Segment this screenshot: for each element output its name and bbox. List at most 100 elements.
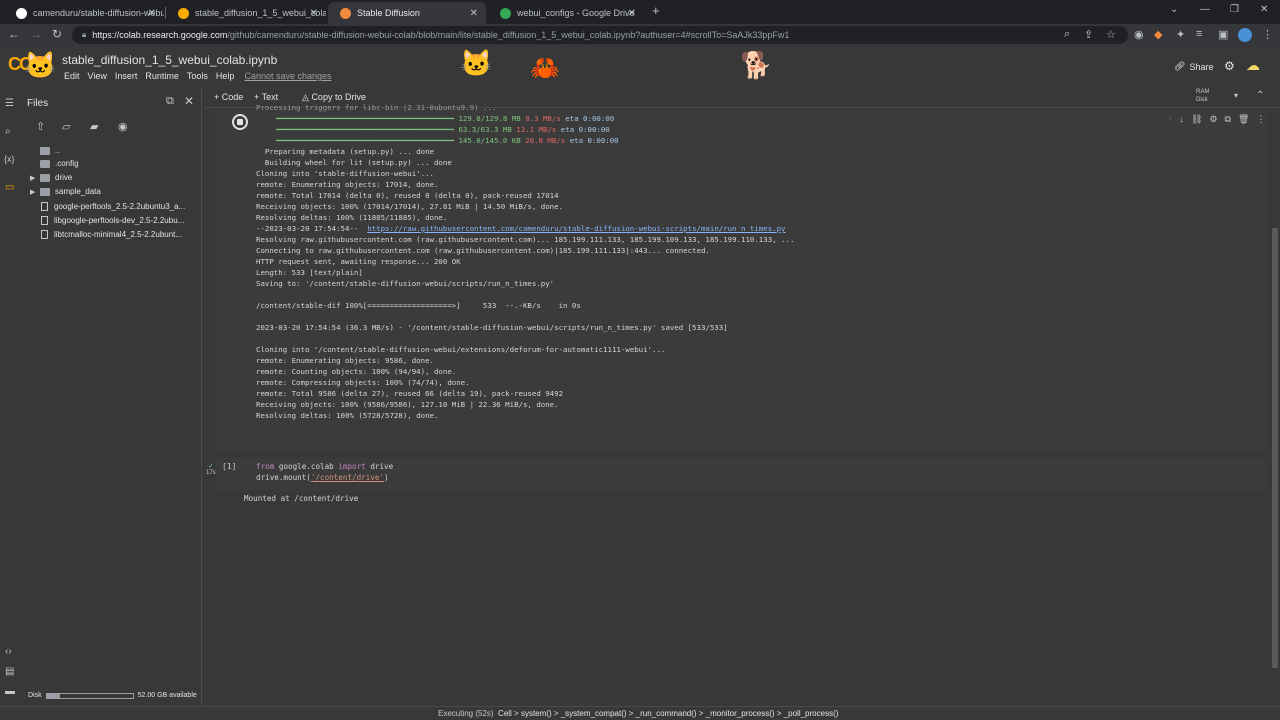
zoom-icon[interactable]: ⌕: [1064, 28, 1070, 41]
menu-help[interactable]: Help: [216, 71, 235, 81]
add-text-button[interactable]: + Text: [254, 92, 278, 102]
code-cell-running[interactable]: Processing triggers for libc-bin (2.31-0…: [216, 103, 1266, 450]
folder-icon[interactable]: ▭: [5, 182, 14, 193]
file-name: sample_data: [55, 187, 101, 196]
resource-dropdown-icon[interactable]: ▾: [1234, 91, 1238, 100]
maximize-icon[interactable]: ❐: [1230, 4, 1239, 15]
output-link[interactable]: https://raw.githubusercontent.com/camend…: [367, 224, 785, 233]
upload-file-icon[interactable]: ⇧: [36, 120, 45, 133]
link-cell-icon[interactable]: ⛓: [1191, 114, 1202, 125]
profile-avatar[interactable]: [1238, 28, 1252, 42]
file-tree-item[interactable]: libtcmalloc-minimal4_2.5-2.2ubunt...: [30, 228, 182, 241]
forward-icon[interactable]: →: [30, 27, 42, 41]
cannot-save-link[interactable]: Cannot save changes: [244, 71, 331, 81]
file-name: drive: [55, 173, 73, 182]
executing-status: Executing (52s): [438, 709, 494, 718]
cell-execution-count: [1]: [222, 462, 237, 471]
bookmark-star-icon[interactable]: ☆: [1106, 28, 1116, 41]
url-input[interactable]: 🔒︎ https://colab.research.google.com/git…: [72, 26, 1128, 44]
resource-monitor[interactable]: RAM Disk: [1196, 88, 1209, 104]
menu-runtime[interactable]: Runtime: [145, 71, 179, 81]
url-host: https://colab.research.google.com: [92, 30, 228, 40]
file-tree-item[interactable]: ▶ sample_data: [30, 185, 101, 198]
extension-icon[interactable]: ◉: [1134, 28, 1144, 41]
file-icon: [41, 202, 48, 211]
extensions-puzzle-icon[interactable]: ✦: [1176, 28, 1185, 41]
browser-tab-github[interactable]: camenduru/stable-diffusion-webu ✕: [4, 2, 164, 24]
delete-cell-icon[interactable]: 🗑︎: [1238, 114, 1249, 125]
settings-gear-icon[interactable]: ⚙: [1224, 59, 1235, 73]
code-line[interactable]: from google.colab import drive: [256, 461, 393, 472]
collapse-header-icon[interactable]: ⌃: [1256, 90, 1264, 101]
close-icon[interactable]: ✕: [470, 8, 478, 19]
notebook-scrollbar[interactable]: [1270, 108, 1280, 706]
stop-cell-button[interactable]: [232, 114, 248, 130]
file-tree-item[interactable]: ..: [30, 144, 59, 157]
cell-output-text: Mounted at /content/drive: [244, 494, 359, 503]
new-tab-icon[interactable]: +: [652, 3, 660, 18]
browser-tab-drive[interactable]: webui_configs - Google Drive ✕: [488, 2, 644, 24]
move-up-icon[interactable]: ↑: [1168, 114, 1173, 125]
notebook-main: Processing triggers for libc-bin (2.31-0…: [204, 103, 1270, 706]
terminal-icon[interactable]: ▬: [5, 686, 15, 697]
progress-line: ━━━━━━━━━━━━━━━━━━━━━━━━━━━━━━━━━━━━━━━━…: [276, 136, 619, 145]
colab-icon: [178, 7, 189, 19]
disk-available: 52.00 GB available: [137, 692, 197, 699]
mount-drive-icon[interactable]: ▰: [90, 120, 98, 133]
user-avatar[interactable]: ☁: [1246, 57, 1260, 74]
expand-arrow-icon[interactable]: ▶: [30, 188, 40, 196]
folder-icon: [40, 146, 50, 155]
show-hidden-eye-icon[interactable]: ◉: [118, 120, 128, 133]
browser-menu-icon[interactable]: ⋮: [1262, 28, 1273, 41]
close-icon[interactable]: ✕: [310, 8, 318, 19]
move-down-icon[interactable]: ↓: [1180, 114, 1185, 125]
close-icon[interactable]: ✕: [148, 8, 156, 19]
cat-pet-icon: 🐱: [24, 50, 57, 80]
code-cell[interactable]: [1] from google.colab import drive drive…: [216, 458, 1266, 490]
file-tree-item[interactable]: libgoogle-perftools-dev_2.5-2.2ubu...: [30, 214, 184, 227]
reload-icon[interactable]: ↻: [52, 27, 62, 41]
tab-title: stable_diffusion_1_5_webui_colab: [195, 8, 326, 18]
code-line[interactable]: drive.mount('/content/drive'): [256, 472, 389, 483]
cell-output-text: Preparing metadata (setup.py) ... done B…: [256, 147, 564, 222]
menu-view[interactable]: View: [88, 71, 107, 81]
expand-arrow-icon[interactable]: ▶: [30, 174, 40, 182]
folder-icon: [40, 159, 50, 168]
new-folder-icon[interactable]: ▱: [62, 120, 70, 133]
bookmark-list-icon[interactable]: ≡: [1196, 28, 1202, 40]
file-tree-item[interactable]: google-perftools_2.5-2.2ubuntu3_a...: [30, 200, 185, 213]
search-icon[interactable]: ⌕: [5, 126, 11, 137]
back-icon[interactable]: ←: [8, 27, 20, 41]
check-icon: ✓: [208, 463, 214, 470]
left-rail: ☰ ⌕ {x} ▭ ‹› ▤ ▬: [0, 86, 22, 706]
open-in-tab-icon[interactable]: ⧉: [166, 95, 174, 108]
file-tree-item[interactable]: .config: [30, 157, 79, 170]
tab-search-icon[interactable]: ⌄: [1170, 4, 1178, 15]
browser-tab-stable-diffusion[interactable]: Stable Diffusion ✕: [328, 2, 486, 24]
share-page-icon[interactable]: ⇪: [1084, 28, 1093, 41]
menu-edit[interactable]: Edit: [64, 71, 80, 81]
file-tree-item[interactable]: ▶ drive: [30, 171, 72, 184]
share-button[interactable]: 🔗︎ Share: [1174, 61, 1213, 72]
cat-pet-icon: 🐱: [460, 48, 493, 78]
cell-more-icon[interactable]: ⋮: [1256, 114, 1265, 125]
browser-tab-bar: camenduru/stable-diffusion-webu ✕ stable…: [0, 0, 1280, 24]
google-drive-icon: [500, 7, 511, 19]
menu-insert[interactable]: Insert: [115, 71, 138, 81]
extension-icon[interactable]: ◆: [1154, 28, 1162, 41]
add-code-button[interactable]: + Code: [214, 92, 243, 102]
browser-tab-colab[interactable]: stable_diffusion_1_5_webui_colab ✕: [166, 2, 326, 24]
cell-settings-icon[interactable]: ⚙: [1209, 114, 1217, 125]
code-snippets-icon[interactable]: ‹›: [5, 646, 12, 657]
minimize-icon[interactable]: —: [1200, 4, 1210, 15]
sidebar-icon[interactable]: ▣: [1218, 28, 1228, 41]
menu-tools[interactable]: Tools: [187, 71, 208, 81]
command-palette-icon[interactable]: ▤: [5, 666, 14, 677]
variables-icon[interactable]: {x}: [4, 154, 15, 164]
table-of-contents-icon[interactable]: ☰: [5, 98, 14, 109]
mirror-cell-icon[interactable]: ⧉: [1225, 114, 1231, 125]
close-panel-icon[interactable]: ✕: [184, 94, 194, 108]
notebook-title[interactable]: stable_diffusion_1_5_webui_colab.ipynb: [62, 53, 277, 67]
close-icon[interactable]: ✕: [628, 8, 636, 19]
window-close-icon[interactable]: ✕: [1260, 4, 1268, 15]
